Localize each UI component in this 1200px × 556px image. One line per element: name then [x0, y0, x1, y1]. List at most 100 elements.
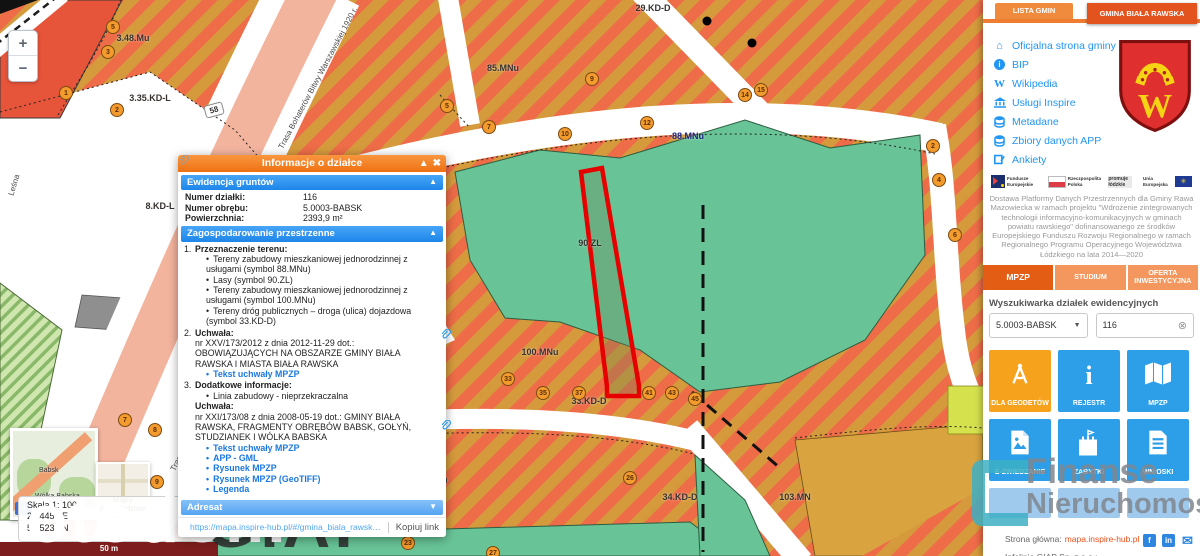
document-link[interactable]: Legenda — [206, 484, 430, 494]
item-title: Przeznaczenie terenu: — [195, 244, 287, 254]
linkedin-icon[interactable]: in — [1162, 534, 1175, 547]
photo-icon — [1008, 429, 1032, 460]
facebook-icon[interactable]: f — [1143, 534, 1156, 547]
map-marker: 2 — [926, 139, 940, 153]
eu-logo: Unia Europejska — [1143, 176, 1192, 187]
popup-close-icon[interactable]: ✖ — [433, 155, 441, 172]
infoline-text: Infolinia GIAP Sp. z o.o.: — [1005, 552, 1097, 556]
resolution-text: nr XXI/173/08 z dnia 2008-05-19 dot.: GM… — [195, 412, 430, 443]
document-link[interactable]: Tekst uchwały MPZP — [206, 369, 430, 379]
section-ewidencja-header[interactable]: Ewidencja gruntów▲ — [181, 175, 443, 190]
castle-icon — [1076, 429, 1102, 460]
map-marker: 2 — [110, 103, 124, 117]
tile-wnioski[interactable]: WNIOSKI — [1127, 419, 1189, 481]
tab-studium[interactable]: STUDIUM — [1055, 265, 1125, 290]
tile-partial[interactable] — [1127, 488, 1189, 518]
map-marker: 26 — [623, 471, 637, 485]
gmina-tabs: LISTA GMIN GMINA BIAŁA RAWSKA — [983, 0, 1200, 30]
tab-mpzp[interactable]: MPZP — [983, 265, 1053, 290]
tab-gmina-biala-rawska[interactable]: GMINA BIAŁA RAWSKA — [1087, 3, 1197, 24]
map-marker: 14 — [738, 88, 752, 102]
parcel-attributes: Numer działki:116Numer obrębu:5.0003-BAB… — [178, 192, 446, 223]
document-link[interactable]: Tekst uchwały MPZP — [206, 443, 430, 453]
sidebar-link[interactable]: ⌂Oficjalna strona gminy — [993, 36, 1116, 55]
parcel-number-input[interactable]: 116 ⊗ — [1096, 313, 1195, 338]
wikipedia-icon: W — [993, 78, 1006, 90]
document-link[interactable]: Rysunek MPZP — [206, 463, 430, 473]
zoom-out-button[interactable]: − — [9, 56, 37, 81]
popup-collapse-icon[interactable]: ▲ — [419, 155, 429, 172]
sidebar: LISTA GMIN GMINA BIAŁA RAWSKA ⌂Oficjalna… — [983, 0, 1200, 556]
tile-zabytki[interactable]: ZABYTKI — [1058, 419, 1120, 481]
email-icon[interactable]: ✉ — [1181, 534, 1194, 547]
funding-text: Dostawa Platformy Danych Przestrzennych … — [989, 194, 1194, 259]
land-use-item: Tereny zabudowy mieszkaniowej jednorodzi… — [206, 254, 440, 275]
attribute-label: Numer obrębu: — [185, 203, 303, 213]
attribute-value: 5.0003-BABSK — [303, 203, 362, 213]
map-marker: 33 — [501, 372, 515, 386]
share-url[interactable]: https://mapa.inspire-hub.pl/#/gmina_bial… — [190, 522, 383, 532]
database-icon — [993, 135, 1006, 147]
copy-link-button[interactable]: Kopiuj link — [388, 522, 439, 533]
map-marker: 43 — [665, 386, 679, 400]
popup-title: Informacje o działce — [262, 157, 362, 169]
sidebar-link[interactable]: Metadane — [993, 112, 1116, 131]
home-label: Strona główna: — [1005, 534, 1062, 544]
tile-partial[interactable] — [989, 488, 1051, 518]
map-marker: 35 — [536, 386, 550, 400]
home-link[interactable]: mapa.inspire-hub.pl — [1065, 534, 1140, 544]
section-zagospodarowanie-header[interactable]: Zagospodarowanie przestrzenne▲ — [181, 226, 443, 241]
sidebar-link[interactable]: WWikipedia — [993, 74, 1116, 93]
sidebar-link-label: Metadane — [1012, 116, 1059, 128]
sidebar-link[interactable]: iBIP — [993, 55, 1116, 74]
sidebar-link[interactable]: Ankiety — [993, 150, 1116, 169]
map-marker: 7 — [118, 413, 132, 427]
tile-mpzp[interactable]: MPZP — [1127, 350, 1189, 412]
map-canvas[interactable]: 3.48.Mu3.35.KD-L8.KD-L29.KD-D85.MNu88.MN… — [0, 0, 983, 556]
map-marker: 9 — [150, 475, 164, 489]
tile-rejestr[interactable]: iREJESTR — [1058, 350, 1120, 412]
chevron-down-icon: ▼ — [429, 502, 437, 511]
compass-icon — [1007, 360, 1033, 391]
map-marker: 1 — [59, 86, 73, 100]
tile-dla-geodetów[interactable]: DLA GEODETÓW — [989, 350, 1051, 412]
attribute-label: Powierzchnia: — [185, 213, 303, 223]
database-icon — [993, 116, 1006, 128]
list-item: 1. Przeznaczenie terenu: Tereny zabudowy… — [184, 244, 440, 327]
map-marker: 45 — [688, 392, 702, 406]
tile-partial[interactable] — [1058, 488, 1120, 518]
sidebar-link[interactable]: Usługi Inspire — [993, 93, 1116, 112]
section-adresat-header[interactable]: Adresat▼ — [181, 500, 443, 515]
document-link[interactable]: Rysunek MPZP (GeoTIFF) — [206, 474, 430, 484]
sidebar-link-label: Usługi Inspire — [1012, 97, 1076, 109]
document-link[interactable]: APP - GML — [206, 453, 430, 463]
tab-lista-gmin[interactable]: LISTA GMIN — [995, 3, 1073, 19]
attribute-row: Numer działki:116 — [178, 192, 446, 202]
eu-funding-logos: Fundusze EuropejskieRzeczpospolita Polsk… — [983, 169, 1200, 190]
tab-oferta-inwestycyjna[interactable]: OFERTA INWESTYCYJNA — [1128, 265, 1198, 290]
map-marker: 23 — [401, 536, 415, 550]
map-marker: 7 — [482, 120, 496, 134]
home-icon: ⌂ — [993, 40, 1006, 52]
tile-label: WNIOSKI — [1143, 469, 1174, 477]
info-bullet: Linia zabudowy - nieprzekraczalna — [206, 391, 430, 401]
precinct-select[interactable]: 5.0003-BABSK ▼ — [989, 313, 1088, 338]
sidebar-link-label: BIP — [1012, 59, 1029, 71]
document-icon — [1147, 429, 1169, 460]
map-marker: 27 — [486, 546, 500, 556]
popup-header[interactable]: Informacje o działce ▲ ✖ — [178, 155, 446, 172]
sidebar-link[interactable]: Zbiory danych APP — [993, 131, 1116, 150]
attribute-row: Numer obrębu:5.0003-BABSK — [178, 203, 446, 213]
social-icons: fin ✉ — [1143, 534, 1194, 547]
map-marker: 12 — [640, 116, 654, 130]
sidebar-link-label: Zbiory danych APP — [1012, 135, 1101, 147]
inspire-hub-map-app: 3.48.Mu3.35.KD-L8.KD-L29.KD-D85.MNu88.MN… — [0, 0, 1200, 556]
tile-label: REJESTR — [1073, 400, 1105, 408]
sidebar-link-label: Ankiety — [1012, 154, 1046, 166]
tile-e-zwiedzanie[interactable]: E-ZWIEDZANIE — [989, 419, 1051, 481]
zoom-in-button[interactable]: + — [9, 31, 37, 56]
clear-input-icon[interactable]: ⊗ — [1178, 319, 1187, 332]
parcel-search: 5.0003-BABSK ▼ 116 ⊗ — [989, 313, 1194, 338]
land-use-item: Tereny dróg publicznych – droga (ulica) … — [206, 306, 440, 327]
chevron-down-icon: ▼ — [1074, 322, 1081, 329]
